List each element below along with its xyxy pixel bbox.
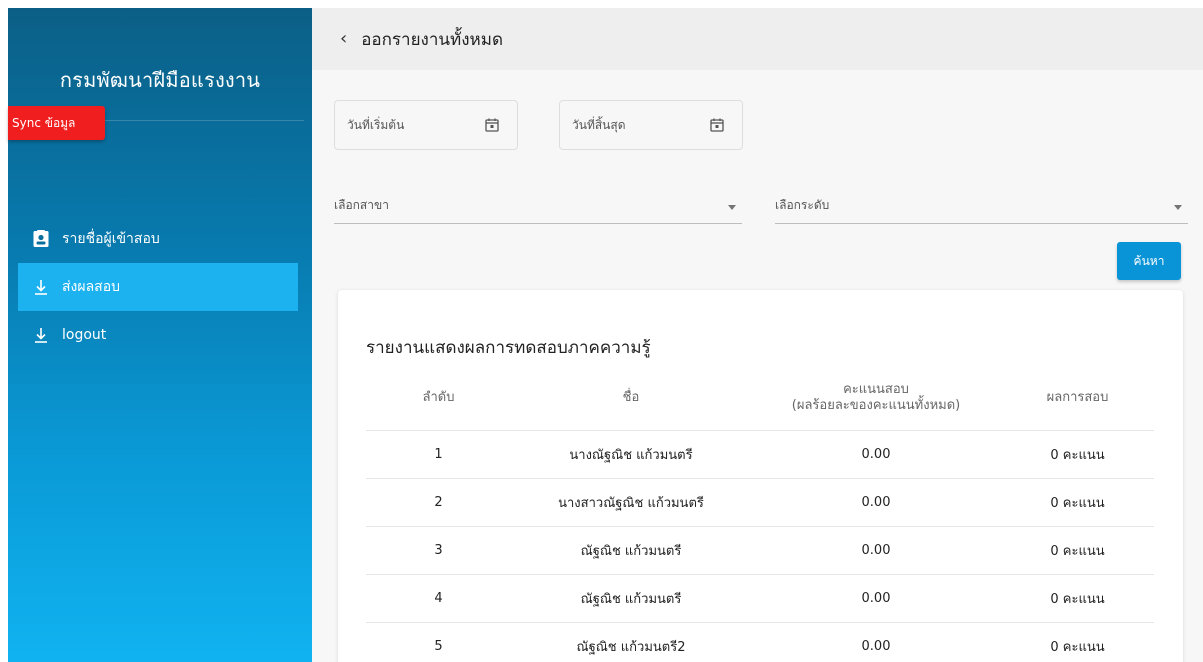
dropdown-arrow-icon [1174, 205, 1182, 210]
sidebar-nav: รายชื่อผู้เข้าสอบ ส่งผลสอบ logout [18, 215, 298, 359]
cell-result: 0 คะแนน [1001, 430, 1154, 479]
cell-result: 0 คะแนน [1001, 478, 1154, 527]
col-header-score: คะแนนสอบ (ผลร้อยละของคะแนนทั้งหมด) [751, 366, 1001, 431]
col-header-score-line1: คะแนนสอบ [843, 381, 909, 397]
end-date-field[interactable]: วันที่สิ้นสุด [559, 100, 743, 150]
start-date-field[interactable]: วันที่เริ่มต้น [334, 100, 518, 150]
branch-select-placeholder: เลือกสาขา [334, 198, 389, 212]
cell-no: 3 [366, 526, 511, 575]
cell-score: 0.00 [751, 526, 1001, 575]
search-button[interactable]: ค้นหา [1117, 242, 1181, 280]
results-table: ลำดับ ชื่อ คะแนนสอบ (ผลร้อยละของคะแนนทั้… [366, 366, 1154, 662]
cell-name: ณัฐณิช แก้วมนตรี [511, 574, 751, 623]
cell-name: นางสาวณัฐณิช แก้วมนตรี [511, 478, 751, 527]
cell-score: 0.00 [751, 478, 1001, 527]
sidebar-item-label: ส่งผลสอบ [62, 279, 121, 295]
col-header-score-line2: (ผลร้อยละของคะแนนทั้งหมด) [791, 397, 961, 413]
cell-result: 0 คะแนน [1001, 574, 1154, 623]
table-row: 2 นางสาวณัฐณิช แก้วมนตรี 0.00 0 คะแนน [366, 478, 1154, 527]
page-title: ออกรายงานทั้งหมด [361, 29, 503, 50]
calendar-icon[interactable] [485, 118, 499, 135]
level-select[interactable]: เลือกระดับ [775, 196, 1188, 224]
start-date-placeholder: วันที่เริ่มต้น [347, 117, 405, 132]
sidebar-item-examinees[interactable]: รายชื่อผู้เข้าสอบ [18, 215, 298, 263]
report-title: รายงานแสดงผลการทดสอบภาคความรู้ [366, 338, 651, 358]
report-card: รายงานแสดงผลการทดสอบภาคความรู้ ลำดับ ชื่… [338, 290, 1183, 662]
cell-no: 5 [366, 622, 511, 662]
table-row: 3 ณัฐณิช แก้วมนตรี 0.00 0 คะแนน [366, 526, 1154, 575]
chevron-left-icon[interactable]: ‹ [340, 30, 347, 48]
cell-score: 0.00 [751, 574, 1001, 623]
branch-select[interactable]: เลือกสาขา [334, 196, 742, 224]
table-row: 5 ณัฐณิช แก้วมนตรี2 0.00 0 คะแนน [366, 622, 1154, 662]
cell-name: ณัฐณิช แก้วมนตรี2 [511, 622, 751, 662]
download-icon [30, 327, 52, 343]
top-bar: ‹ ออกรายงานทั้งหมด [312, 8, 1203, 70]
level-select-placeholder: เลือกระดับ [775, 198, 830, 212]
calendar-icon[interactable] [710, 118, 724, 135]
main-content: ‹ ออกรายงานทั้งหมด วันที่เริ่มต้น วันที่… [312, 8, 1203, 662]
table-row: 1 นางณัฐณิช แก้วมนตรี 0.00 0 คะแนน [366, 430, 1154, 479]
cell-name: ณัฐณิช แก้วมนตรี [511, 526, 751, 575]
sync-data-button[interactable]: Sync ข้อมูล [8, 106, 105, 140]
cell-score: 0.00 [751, 622, 1001, 662]
cell-name: นางณัฐณิช แก้วมนตรี [511, 430, 751, 479]
sidebar: กรมพัฒนาฝีมือแรงงาน Sync ข้อมูล รายชื่อผ… [8, 8, 312, 662]
sidebar-item-logout[interactable]: logout [18, 311, 298, 359]
table-row: 4 ณัฐณิช แก้วมนตรี 0.00 0 คะแนน [366, 574, 1154, 623]
sync-divider [105, 120, 304, 121]
cell-no: 4 [366, 574, 511, 623]
col-header-no: ลำดับ [366, 366, 511, 431]
cell-no: 2 [366, 478, 511, 527]
sidebar-item-label: รายชื่อผู้เข้าสอบ [62, 231, 160, 247]
col-header-name: ชื่อ [511, 366, 751, 431]
sidebar-item-label: logout [62, 327, 107, 343]
col-header-result: ผลการสอบ [1001, 366, 1154, 431]
dropdown-arrow-icon [728, 205, 736, 210]
cell-score: 0.00 [751, 430, 1001, 479]
cell-result: 0 คะแนน [1001, 622, 1154, 662]
sidebar-item-submit-results[interactable]: ส่งผลสอบ [18, 263, 298, 311]
cell-result: 0 คะแนน [1001, 526, 1154, 575]
cell-no: 1 [366, 430, 511, 479]
table-header-row: ลำดับ ชื่อ คะแนนสอบ (ผลร้อยละของคะแนนทั้… [366, 366, 1154, 431]
end-date-placeholder: วันที่สิ้นสุด [572, 117, 626, 132]
brand-title: กรมพัฒนาฝีมือแรงงาน [59, 68, 261, 92]
download-icon [30, 279, 52, 295]
id-card-icon [30, 230, 52, 248]
